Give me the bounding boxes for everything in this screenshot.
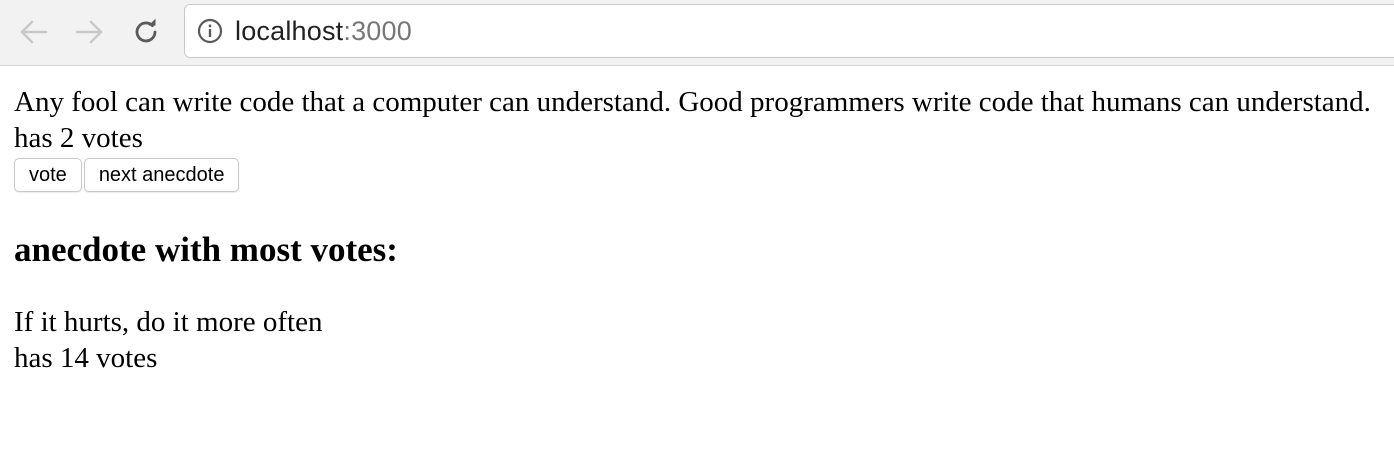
browser-toolbar: localhost:3000 (0, 0, 1394, 66)
reload-button[interactable] (128, 14, 164, 50)
address-bar[interactable]: localhost:3000 (184, 4, 1394, 58)
most-votes-heading: anecdote with most votes: (14, 230, 398, 269)
vote-button[interactable]: vote (14, 158, 82, 192)
vote-count: has 2 votes (14, 122, 143, 154)
next-anecdote-button[interactable]: next anecdote (83, 158, 240, 192)
forward-button[interactable] (72, 14, 108, 50)
button-row: vote next anecdote (14, 158, 1384, 192)
url-port: :3000 (343, 15, 412, 46)
page-content: Any fool can write code that a computer … (14, 84, 1384, 376)
top-anecdote-votes: has 14 votes (14, 342, 158, 374)
top-anecdote-text: If it hurts, do it more often (14, 306, 323, 338)
url-host: localhost (235, 15, 344, 46)
back-button[interactable] (15, 14, 51, 50)
arrow-right-icon (75, 19, 105, 45)
reload-icon (131, 17, 161, 47)
url-text[interactable]: localhost:3000 (235, 16, 412, 47)
arrow-left-icon (18, 19, 48, 45)
info-icon[interactable] (197, 18, 223, 44)
anecdote-text: Any fool can write code that a computer … (14, 86, 1371, 118)
